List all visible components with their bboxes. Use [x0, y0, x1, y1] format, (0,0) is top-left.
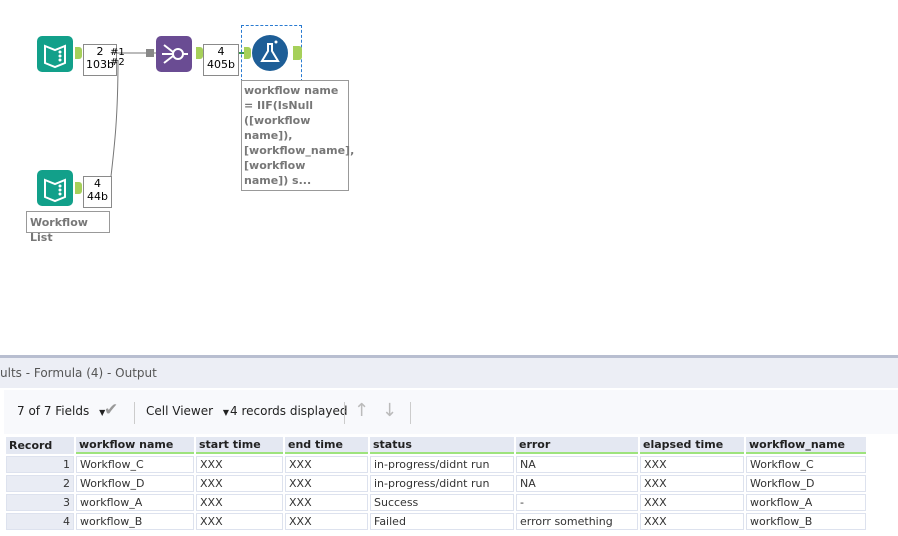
workflow-canvas[interactable]: 2 103b #1 #2 4 405b workflow name = IIF(… [0, 0, 898, 352]
arrow-up-icon[interactable]: ↑ [354, 400, 369, 421]
book-icon [44, 44, 66, 69]
results-panel-header: ults - Formula (4) - Output [0, 355, 898, 388]
cell[interactable]: workflow_B [746, 513, 866, 530]
connection-labels: #1 #2 [110, 47, 125, 68]
union-icon [162, 44, 188, 64]
cell[interactable]: Success [370, 494, 514, 511]
column-header[interactable]: end time [285, 437, 368, 454]
cell[interactable]: XXX [640, 494, 744, 511]
cell[interactable]: XXX [196, 513, 283, 530]
cell[interactable]: XXX [196, 494, 283, 511]
table-row[interactable]: 2 Workflow_D XXX XXX in-progress/didnt run NA… [6, 475, 866, 492]
input-data-tool[interactable] [37, 36, 73, 72]
record-count: 4 [94, 177, 101, 190]
cell[interactable]: XXX [196, 456, 283, 473]
column-header[interactable]: start time [196, 437, 283, 454]
column-header[interactable]: status [370, 437, 514, 454]
results-table: Record workflow name start time end time… [4, 435, 868, 532]
cell[interactable]: workflow_B [76, 513, 194, 530]
formula-output-anchor[interactable] [293, 46, 302, 60]
output-anchor-2[interactable] [75, 182, 82, 194]
cell-viewer-dropdown[interactable]: Cell Viewer ▼ [146, 404, 229, 418]
cell[interactable]: NA [516, 456, 638, 473]
cell[interactable]: workflow_A [76, 494, 194, 511]
cell: 1 [6, 456, 74, 473]
cell: 3 [6, 494, 74, 511]
column-header[interactable]: workflow name [76, 437, 194, 454]
record-count: 4 [217, 45, 225, 58]
cell[interactable]: errorr something [516, 513, 638, 530]
caret-down-icon: ▼ [222, 408, 230, 417]
results-toolbar: 7 of 7 Fields ▼ ✔ Cell Viewer ▼ 4 record… [4, 390, 898, 434]
cell[interactable]: XXX [640, 513, 744, 530]
fields-dropdown[interactable]: 7 of 7 Fields ▼ [17, 404, 105, 418]
table-row[interactable]: 4 workflow_B XXX XXX Failed errorr something X… [6, 513, 866, 530]
cell[interactable]: XXX [285, 475, 368, 492]
column-header[interactable]: Record [6, 437, 74, 454]
flask-icon [260, 40, 280, 62]
column-header[interactable]: workflow_name [746, 437, 866, 454]
formula-annotation: workflow name = IIF(IsNull ([workflow na… [241, 80, 354, 191]
records-displayed: 4 records displayed [230, 404, 348, 418]
formula-tool[interactable] [252, 35, 288, 71]
cell[interactable]: XXX [285, 456, 368, 473]
cell[interactable]: NA [516, 475, 638, 492]
cell[interactable]: XXX [640, 475, 744, 492]
results-title: ults - Formula (4) - Output [0, 366, 157, 380]
cell[interactable]: XXX [285, 513, 368, 530]
cell[interactable]: Workflow_D [76, 475, 194, 492]
column-header[interactable]: error [516, 437, 638, 454]
cell[interactable]: - [516, 494, 638, 511]
record-count-2: 4 405b [203, 44, 239, 76]
record-count-3: 4 44b [83, 176, 112, 208]
cell-viewer-label: Cell Viewer [146, 404, 214, 418]
column-header[interactable]: elapsed time [640, 437, 744, 454]
cell[interactable]: XXX [285, 494, 368, 511]
byte-size: 44b [87, 190, 108, 203]
input-label: Workflow List [26, 211, 110, 244]
cell: 4 [6, 513, 74, 530]
cell[interactable]: in-progress/didnt run [370, 475, 514, 492]
cell[interactable]: XXX [640, 456, 744, 473]
cell[interactable]: in-progress/didnt run [370, 456, 514, 473]
table-header: Record workflow name start time end time… [6, 437, 866, 454]
cell[interactable]: Failed [370, 513, 514, 530]
cell[interactable]: workflow_A [746, 494, 866, 511]
union-output-anchor[interactable] [196, 47, 203, 59]
book-icon [44, 178, 66, 203]
union-tool[interactable] [156, 36, 192, 72]
table-row[interactable]: 3 workflow_A XXX XXX Success - XXX workflow_A [6, 494, 866, 511]
cell[interactable]: Workflow_C [76, 456, 194, 473]
cell[interactable]: Workflow_D [746, 475, 866, 492]
byte-size: 405b [207, 58, 235, 71]
formula-input-anchor[interactable] [244, 47, 251, 59]
cell: 2 [6, 475, 74, 492]
fields-label: 7 of 7 Fields [17, 404, 90, 418]
table-row[interactable]: 1 Workflow_C XXX XXX in-progress/didnt run NA… [6, 456, 866, 473]
cell[interactable]: Workflow_C [746, 456, 866, 473]
apply-check-icon[interactable]: ✔ [104, 400, 118, 420]
output-anchor[interactable] [75, 47, 82, 59]
cell[interactable]: XXX [196, 475, 283, 492]
connections [109, 49, 245, 186]
arrow-down-icon[interactable]: ↓ [382, 400, 397, 421]
input-data-tool-2[interactable] [37, 170, 73, 206]
